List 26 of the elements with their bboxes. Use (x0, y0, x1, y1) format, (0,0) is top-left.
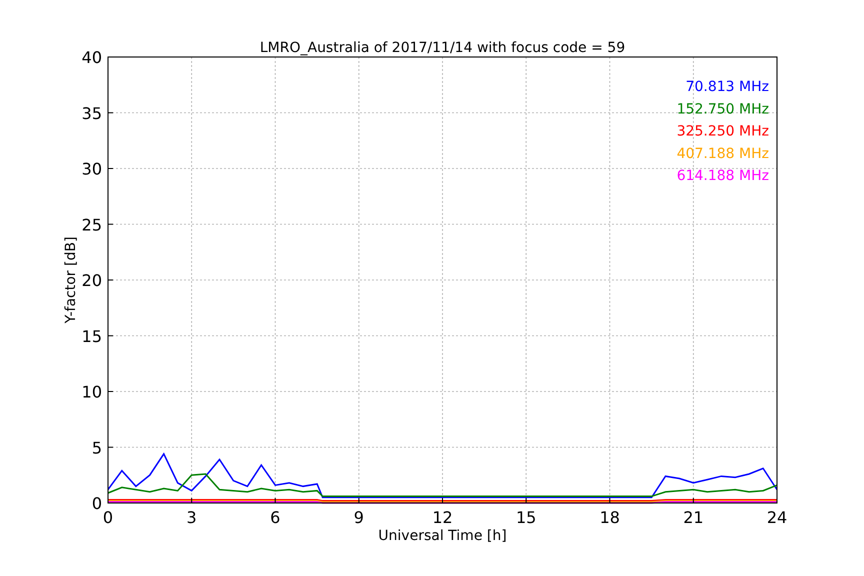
tick-label: 15 (516, 508, 536, 527)
legend-label: 152.750 MHz (676, 101, 769, 118)
tick-label: 35 (82, 104, 102, 123)
chart-title: LMRO_Australia of 2017/11/14 with focus code = 59 (260, 40, 626, 56)
tick-label: 30 (82, 160, 102, 178)
tick-label: 5 (92, 438, 102, 458)
tick-label: 6 (270, 508, 280, 527)
tick-label: 9 (354, 508, 364, 527)
tick-label: 40 (82, 48, 102, 67)
legend-label: 614.188 MHz (676, 168, 769, 184)
tick-label: 21 (683, 508, 704, 527)
tick-label: 15 (82, 326, 102, 346)
legend-label: 325.250 MHz (676, 124, 769, 140)
tick-label: 25 (82, 215, 102, 234)
tick-label: 12 (432, 508, 453, 527)
legend-label: 70.813 MHz (686, 79, 769, 95)
tick-label: 3 (186, 508, 197, 527)
tick-label: 0 (102, 508, 114, 527)
tick-label: 18 (600, 508, 620, 527)
legend-label: 407.188 MHz (676, 146, 769, 162)
tick-label: 20 (82, 271, 102, 290)
axis-label: Universal Time [h] (378, 528, 507, 544)
tick-label: 10 (82, 382, 102, 402)
tick-label: 24 (766, 508, 788, 527)
axis-label: Y-factor [dB] (63, 236, 79, 324)
tick-label: 0 (92, 494, 102, 513)
